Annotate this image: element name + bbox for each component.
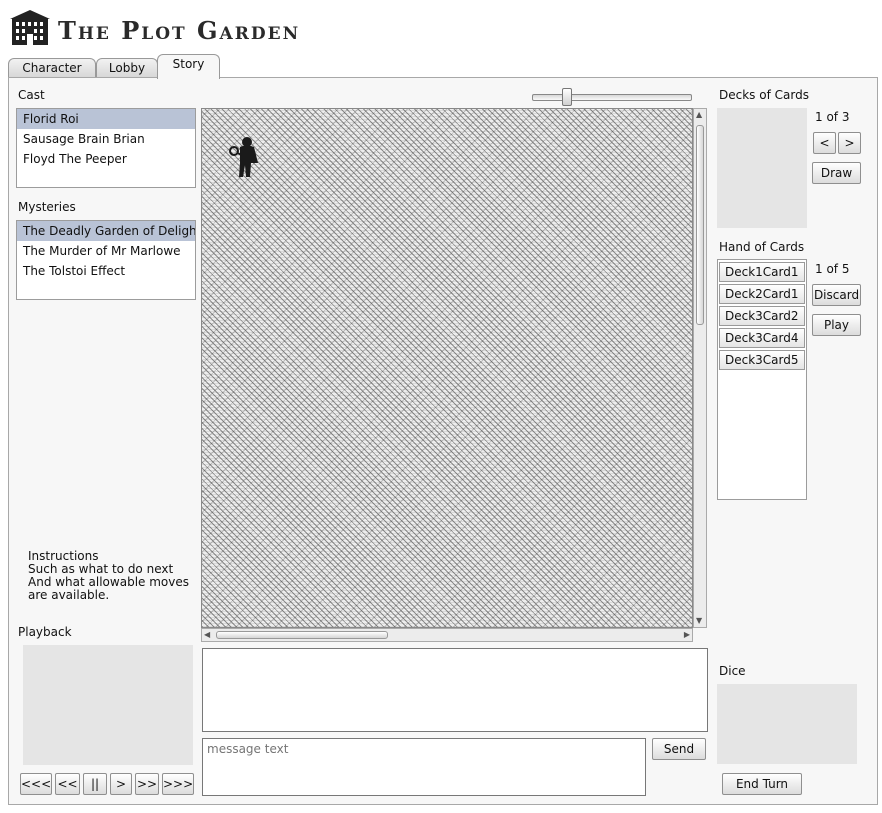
- dice-view[interactable]: [717, 684, 857, 764]
- tab-story[interactable]: Story: [157, 54, 220, 79]
- mysteries-label: Mysteries: [18, 200, 76, 214]
- hand-card-item[interactable]: Deck1Card1: [719, 262, 805, 282]
- scroll-up-arrow-icon[interactable]: ▲: [696, 110, 702, 120]
- playback-pause-button[interactable]: ||: [83, 773, 107, 795]
- map-horizontal-scroll-thumb[interactable]: [216, 631, 388, 639]
- scroll-down-arrow-icon[interactable]: ▼: [696, 616, 702, 626]
- instructions-line: are available.: [28, 588, 110, 602]
- hand-label: Hand of Cards: [719, 240, 805, 254]
- play-button[interactable]: Play: [812, 314, 861, 336]
- decks-label: Decks of Cards: [719, 88, 809, 102]
- hand-card-item[interactable]: Deck2Card1: [719, 284, 805, 304]
- mysteries-list[interactable]: The Deadly Garden of Delight The Murder …: [16, 220, 196, 300]
- app-title: The Plot Garden: [58, 16, 301, 45]
- playback-forward-all-button[interactable]: >>>: [162, 773, 194, 795]
- playback-forward-button[interactable]: >>: [135, 773, 159, 795]
- hand-card-item[interactable]: Deck3Card5: [719, 350, 805, 370]
- building-icon: [10, 10, 50, 45]
- mystery-item-murder-of-mr-marlowe[interactable]: The Murder of Mr Marlowe: [17, 241, 195, 261]
- tab-character[interactable]: Character: [8, 58, 96, 78]
- playback-view: [23, 645, 193, 765]
- cast-list[interactable]: Florid Roi Sausage Brain Brian Floyd The…: [16, 108, 196, 188]
- scroll-right-arrow-icon[interactable]: ▶: [684, 630, 690, 640]
- map-horizontal-scrollbar[interactable]: ◀ ▶: [201, 628, 693, 642]
- map-vertical-scroll-thumb[interactable]: [696, 125, 704, 325]
- zoom-slider-thumb[interactable]: [562, 88, 572, 106]
- cast-item-sausage-brain-brian[interactable]: Sausage Brain Brian: [17, 129, 195, 149]
- playback-label: Playback: [18, 625, 72, 639]
- garden-map[interactable]: [201, 108, 693, 628]
- draw-button[interactable]: Draw: [812, 162, 861, 184]
- deck-view[interactable]: [717, 108, 807, 228]
- mystery-item-deadly-garden[interactable]: The Deadly Garden of Delight: [17, 221, 195, 241]
- playback-rewind-button[interactable]: <<: [55, 773, 80, 795]
- hand-card-item[interactable]: Deck3Card2: [719, 306, 805, 326]
- deck-prev-button[interactable]: <: [813, 132, 836, 154]
- mystery-item-tolstoi-effect[interactable]: The Tolstoi Effect: [17, 261, 195, 281]
- playback-step-button[interactable]: >: [110, 773, 132, 795]
- end-turn-button[interactable]: End Turn: [722, 773, 802, 795]
- tab-lobby[interactable]: Lobby: [96, 58, 158, 78]
- chat-log: [202, 648, 708, 732]
- hand-card-list[interactable]: Deck1Card1 Deck2Card1 Deck3Card2 Deck3Ca…: [717, 259, 807, 500]
- cast-item-floyd-the-peeper[interactable]: Floyd The Peeper: [17, 149, 195, 169]
- message-input[interactable]: [202, 738, 646, 796]
- cast-label: Cast: [18, 88, 45, 102]
- deck-next-button[interactable]: >: [838, 132, 861, 154]
- deck-page-indicator: 1 of 3: [815, 110, 850, 124]
- discard-button[interactable]: Discard: [812, 284, 861, 306]
- zoom-slider-track[interactable]: [532, 94, 692, 101]
- scroll-left-arrow-icon[interactable]: ◀: [204, 630, 210, 640]
- map-vertical-scrollbar[interactable]: ▲ ▼: [693, 108, 707, 628]
- hand-page-indicator: 1 of 5: [815, 262, 850, 276]
- instructions-text: Instructions Such as what to do next And…: [28, 550, 198, 602]
- playback-rewind-all-button[interactable]: <<<: [20, 773, 52, 795]
- cast-item-florid-roi[interactable]: Florid Roi: [17, 109, 195, 129]
- dice-label: Dice: [719, 664, 746, 678]
- detective-figure-icon[interactable]: [228, 133, 262, 179]
- send-button[interactable]: Send: [652, 738, 706, 760]
- hand-card-item[interactable]: Deck3Card4: [719, 328, 805, 348]
